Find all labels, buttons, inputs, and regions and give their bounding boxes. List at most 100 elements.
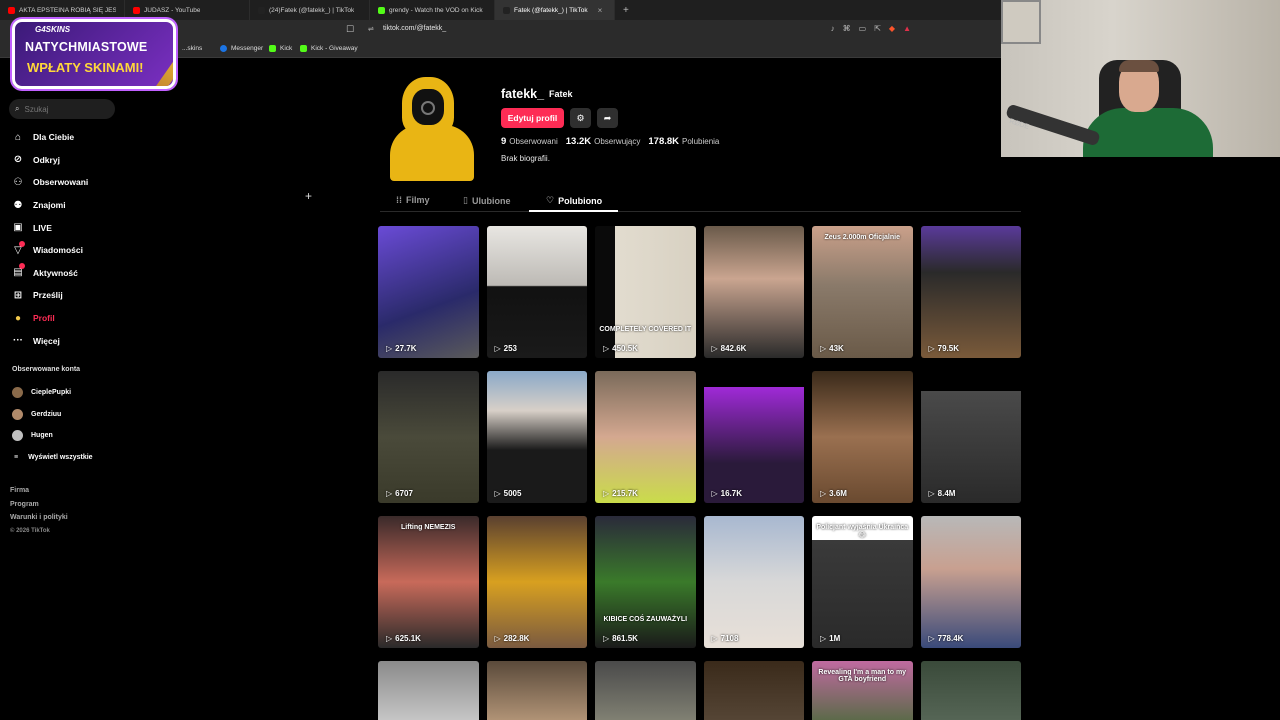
video-thumbnail[interactable]: ▷ 842.6K [703, 226, 804, 358]
following-stat[interactable]: 9 Obserwowani [501, 136, 558, 147]
video-thumbnail[interactable]: Policjant wyjaśnia Ukraińca 😂 ▷ 1M [812, 516, 913, 648]
tab-videos[interactable]: ⁞⁞ Filmy [396, 195, 430, 205]
video-thumbnail[interactable]: COMPLETELY COVERED IT ▷ 450.5K [595, 226, 696, 358]
video-thumbnail[interactable] [703, 661, 804, 720]
video-thumbnail[interactable]: ▷ 7108 [703, 516, 804, 648]
settings-button[interactable]: ⚙ [570, 108, 591, 128]
video-thumbnail[interactable]: KIBICE COŚ ZAUWAŻYLI ▷ 861.5K [595, 516, 696, 648]
knife-icon [147, 39, 173, 86]
sidebar-item-messages[interactable]: ▽ Wiadomości [12, 239, 142, 262]
rewards-icon[interactable]: ▲ [903, 24, 911, 33]
active-tab-indicator [529, 210, 618, 212]
sidebar-item-following[interactable]: ⚇ Obserwowani [12, 171, 142, 194]
close-tab-icon[interactable]: × [598, 6, 603, 15]
brave-shield-icon[interactable]: ◆ [889, 24, 895, 33]
video-thumbnail[interactable] [378, 661, 479, 720]
sidebar-item-compass[interactable]: ⊘ Odkryj [12, 149, 142, 172]
bookmark-kick[interactable]: Kick [269, 45, 292, 52]
followed-account-name: Hugen [31, 432, 53, 440]
followed-accounts-list: CieplePupki Gerdziuu Hugen ≡ Wyświetl wszyst… [12, 382, 93, 469]
video-thumbnail[interactable]: Lifting NEMEZIS ▷ 625.1K [378, 516, 479, 648]
play-icon: ▷ [928, 489, 935, 498]
tab-favorites[interactable]: ▯ Ulubione [463, 195, 510, 206]
share-profile-button[interactable]: ➦ [597, 108, 618, 128]
video-thumbnail[interactable]: ▷ 8.4M [920, 371, 1021, 503]
messenger-icon [220, 45, 227, 52]
extension-icons: ♪ ⌘ ▭ ⇱ ◆ ▲ [831, 24, 911, 33]
video-thumbnail[interactable]: ▷ 3.6M [812, 371, 913, 503]
video-thumbnail[interactable] [486, 661, 587, 720]
video-thumbnail[interactable] [920, 661, 1021, 720]
search-input[interactable] [24, 104, 105, 114]
video-thumbnail[interactable]: ▷ 253 [486, 226, 587, 358]
mouse-cursor: + [305, 189, 313, 203]
kick-icon [269, 45, 276, 52]
tab-liked[interactable]: ♡ Polubiono [546, 195, 602, 206]
sidebar-item-label: Profil [33, 313, 55, 324]
followed-account[interactable]: Hugen [12, 425, 93, 447]
footer-link-company[interactable]: Firma [10, 484, 68, 498]
translate-icon[interactable]: ⌘ [843, 24, 851, 33]
bookmark-icon[interactable]: ☐ [346, 24, 354, 35]
window-icon[interactable]: ▭ [859, 24, 867, 33]
video-thumbnail[interactable]: Zeus 2.000m Oficjalnie ▷ 43K [812, 226, 913, 358]
sidebar-item-label: Prześlij [33, 290, 63, 301]
play-icon: ▷ [928, 344, 935, 353]
sidebar-item-activity[interactable]: ▤ Aktywność [12, 262, 142, 285]
share-icon: ➦ [603, 112, 612, 123]
browser-tab[interactable]: JUDASZ - YouTube [125, 0, 250, 20]
video-thumbnail[interactable]: ▷ 282.8K [486, 516, 587, 648]
video-thumbnail[interactable]: ▷ 27.7K [378, 226, 479, 358]
site-info-icon[interactable]: ⇌ [368, 25, 374, 33]
promo-brand: G4SKINS [35, 25, 71, 34]
compass-icon: ⊘ [13, 154, 23, 166]
footer-link-program[interactable]: Program [10, 498, 68, 512]
bookmark-skins[interactable]: ...skins [182, 45, 202, 52]
followed-account[interactable]: Gerdziuu [12, 404, 93, 426]
browser-tab-label: JUDASZ - YouTube [144, 6, 201, 14]
video-thumbnail[interactable]: ▷ 215.7K [595, 371, 696, 503]
copyright: © 2026 TikTok [10, 527, 50, 534]
video-thumbnail[interactable]: ▷ 16.7K [703, 371, 804, 503]
browser-tab[interactable]: AKTA EPSTEINA ROBIĄ SIĘ JESZCZE [0, 0, 125, 20]
bookmark-messenger[interactable]: Messenger [220, 45, 263, 52]
kick-icon [300, 45, 307, 52]
video-thumbnail[interactable]: ▷ 79.5K [920, 226, 1021, 358]
sidebar-item-live[interactable]: ▣ LIVE [12, 216, 142, 239]
followed-accounts-title: Obserwowane konta [12, 366, 81, 373]
profile-tabs: ⁞⁞ Filmy ▯ Ulubione ♡ Polubiono [380, 192, 1021, 212]
followers-stat[interactable]: 13.2K Obserwujący [566, 136, 641, 147]
browser-tab[interactable]: Fatek (@fatekk_) | TikTok × [495, 0, 615, 20]
avatar [12, 430, 23, 442]
sidebar-item-more[interactable]: ··· Więcej [12, 329, 142, 352]
notification-badge [19, 263, 25, 270]
video-thumbnail[interactable] [595, 661, 696, 720]
profile-avatar [388, 75, 476, 181]
bookmark-giveaway-label: Kick - Giveaway [311, 45, 358, 52]
new-tab-button[interactable]: + [615, 5, 637, 16]
sidebar-item-upload[interactable]: ⊞ Prześlij [12, 284, 142, 307]
video-thumbnail[interactable]: ▷ 6707 [378, 371, 479, 503]
followed-account[interactable]: CieplePupki [12, 382, 93, 404]
video-thumbnail[interactable]: ▷ 778.4K [920, 516, 1021, 648]
followed-account-name: CieplePupki [31, 389, 72, 397]
edit-profile-button[interactable]: Edytuj profil [501, 108, 564, 128]
extension-icon[interactable]: ♪ [831, 24, 835, 33]
browser-tab[interactable]: (24)Fatek (@fatekk_) | TikTok [250, 0, 370, 20]
video-thumbnail[interactable]: ▷ 5005 [486, 371, 587, 503]
search-box[interactable]: ⌕ [9, 99, 115, 119]
video-thumbnail[interactable]: Revealing I'm a man to my GTA boyfriend [812, 661, 913, 720]
sidebar-item-home[interactable]: ⌂ Dla Ciebie [12, 126, 142, 149]
show-all-button[interactable]: ≡ Wyświetl wszystkie [12, 447, 93, 469]
browser-tab[interactable]: grendy - Watch the VOD on Kick [370, 0, 495, 20]
url-text[interactable]: tiktok.com/@fatekk_ [383, 25, 446, 32]
sidebar-item-friends[interactable]: ⚉ Znajomi [12, 194, 142, 217]
bookmark-kick-label: Kick [280, 45, 293, 52]
sidebar-item-profile[interactable]: ● Profil [12, 307, 142, 330]
footer-link-terms[interactable]: Warunki i polityki [10, 511, 68, 525]
followed-account-name: Gerdziuu [31, 410, 62, 418]
promo-line-1: NATYCHMIASTOWE [25, 40, 148, 54]
share-icon[interactable]: ⇱ [874, 24, 881, 33]
bookmark-kick-giveaway[interactable]: Kick - Giveaway [300, 45, 358, 52]
view-count: ▷ 1M [820, 634, 840, 643]
